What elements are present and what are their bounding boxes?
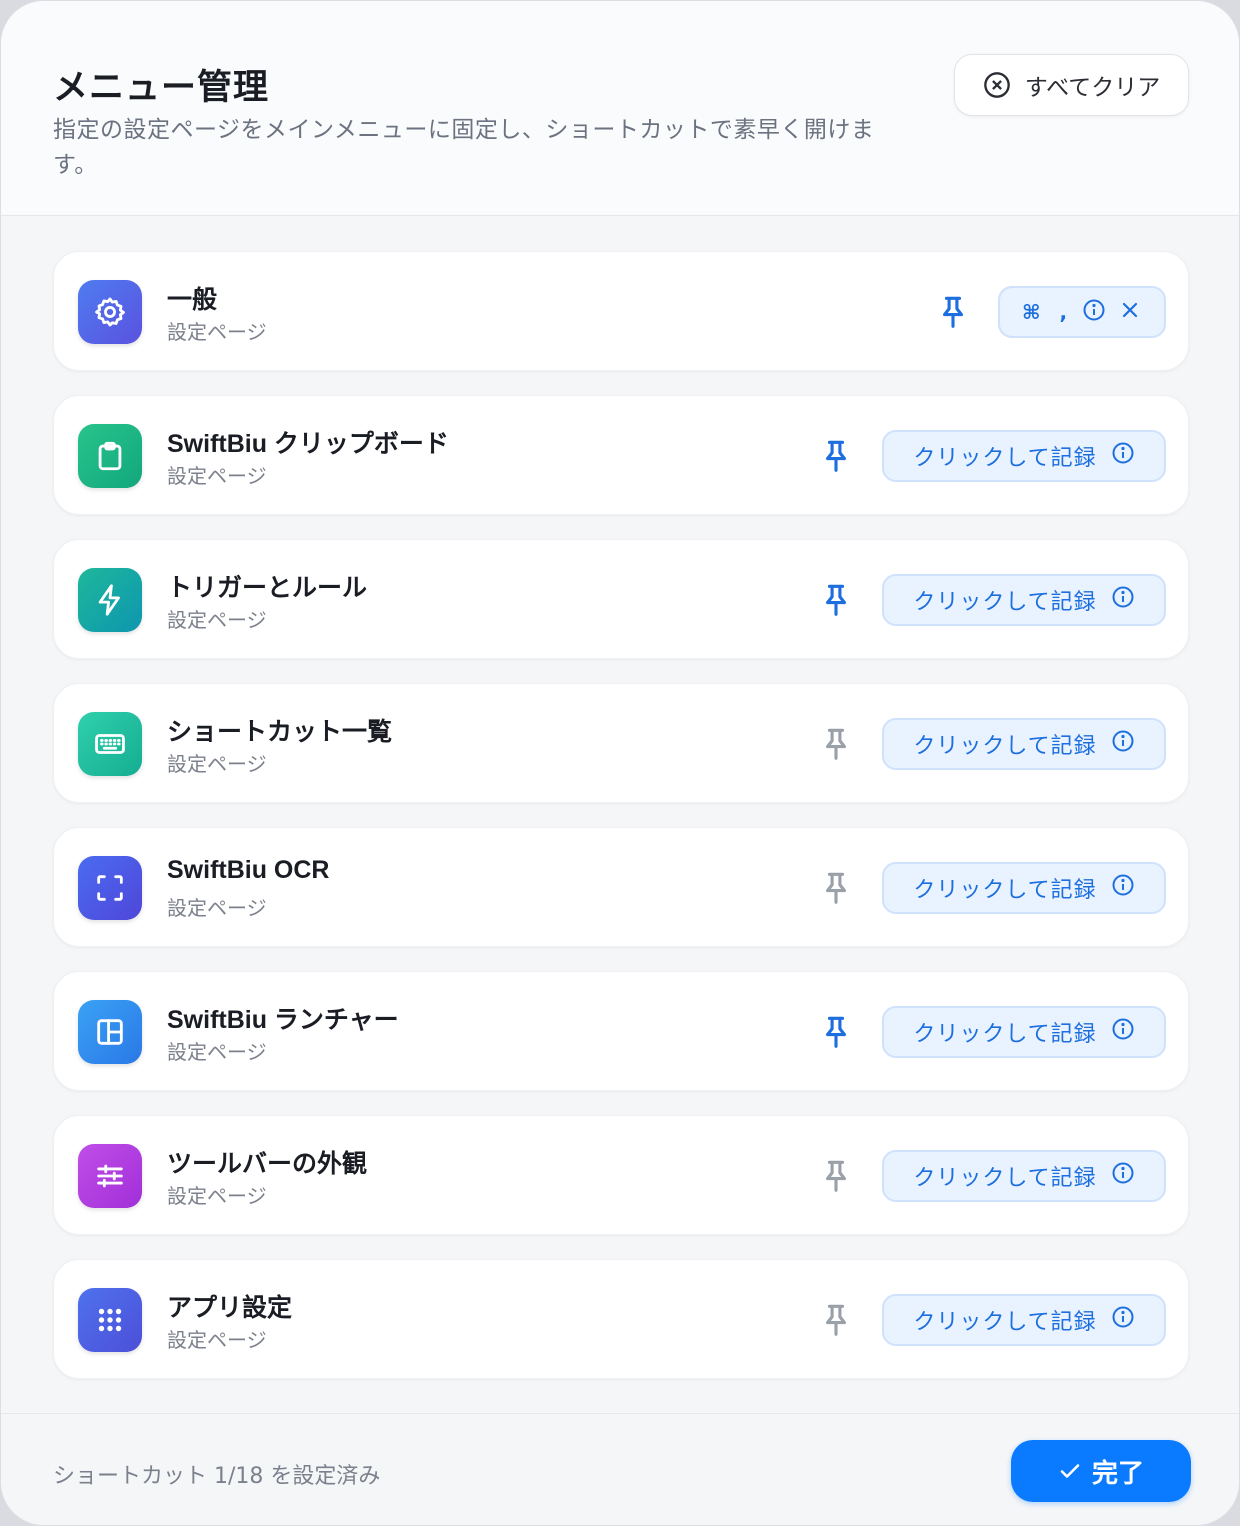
settings-page-row: SwiftBiu OCR 設定ページ クリックして記録 [53, 827, 1189, 947]
row-title: SwiftBiu クリップボード [167, 430, 449, 458]
record-label: クリックして記録 [913, 590, 1097, 615]
settings-page-row: SwiftBiu ランチャー設定ページ クリックして記録 [53, 971, 1189, 1091]
pin-icon[interactable] [820, 724, 852, 764]
row-subtitle: 設定ページ [167, 320, 267, 344]
clear-all-label: すべてクリア [1024, 75, 1161, 101]
info-icon [1111, 1161, 1135, 1191]
record-label: クリックして記録 [913, 1022, 1097, 1047]
row-subtitle: 設定ページ [167, 608, 267, 632]
dialog-header: メニュー管理 指定の設定ページをメインメニューに固定し、ショートカットで素早く開… [1, 1, 1239, 216]
scan-icon [78, 856, 142, 920]
row-title: SwiftBiu OCR [167, 856, 330, 884]
info-icon [1111, 729, 1135, 759]
circle-x-icon [983, 72, 1010, 98]
row-subtitle: 設定ページ [167, 896, 267, 920]
row-title: 一般 [167, 286, 218, 314]
close-icon[interactable] [1118, 298, 1142, 326]
row-subtitle: 設定ページ [167, 1040, 267, 1064]
row-title: トリガーとルール [167, 574, 368, 602]
pin-icon[interactable] [820, 1156, 852, 1196]
keyboard-icon [78, 712, 142, 776]
settings-page-row: 一般設定ページ ⌘ , [53, 251, 1189, 371]
info-icon [1111, 441, 1135, 471]
row-subtitle: 設定ページ [167, 464, 267, 488]
row-subtitle: 設定ページ [167, 1328, 267, 1352]
record-shortcut-button[interactable]: クリックして記録 [882, 718, 1166, 770]
bolt-icon [78, 568, 142, 632]
clipboard-icon [78, 424, 142, 488]
row-title: ショートカット一覧 [167, 718, 393, 746]
row-subtitle: 設定ページ [167, 1184, 267, 1208]
pin-icon-active[interactable] [820, 580, 852, 620]
shortcut-keys: ⌘ , [1022, 300, 1074, 324]
row-title: SwiftBiu ランチャー [167, 1006, 399, 1034]
pin-icon-active[interactable] [937, 292, 969, 332]
info-icon [1111, 585, 1135, 615]
record-shortcut-button[interactable]: クリックして記録 [882, 574, 1166, 626]
settings-page-row: アプリ設定設定ページ クリックして記録 [53, 1259, 1189, 1379]
settings-page-row: ショートカット一覧設定ページ クリックして記録 [53, 683, 1189, 803]
pin-icon[interactable] [820, 1300, 852, 1340]
row-title: アプリ設定 [167, 1294, 293, 1322]
record-shortcut-button[interactable]: クリックして記録 [882, 1006, 1166, 1058]
settings-page-list: 一般 設定ページ ⌘ , SwiftBiu クリップボード 設定ページ クリックして記録… [53, 251, 1189, 1403]
row-subtitle: 設定ページ [167, 752, 267, 776]
shortcut-count-status: ショートカット 1/18 を設定済み [53, 1464, 381, 1489]
page-title: メニュー管理 [53, 68, 270, 108]
layout-icon [78, 1000, 142, 1064]
pin-icon-active[interactable] [820, 436, 852, 476]
settings-page-row: トリガーとルール設定ページ クリックして記録 [53, 539, 1189, 659]
sliders-icon [78, 1144, 142, 1208]
shortcut-field[interactable]: ⌘ , [998, 286, 1166, 338]
record-label: クリックして記録 [913, 1166, 1097, 1191]
grid-icon [78, 1288, 142, 1352]
settings-page-row: ツールバーの外観設定ページ クリックして記録 [53, 1115, 1189, 1235]
menu-management-dialog: メニュー管理 指定の設定ページをメインメニューに固定し、ショートカットで素早く開… [0, 0, 1240, 1526]
info-icon [1111, 1017, 1135, 1047]
info-icon[interactable] [1082, 298, 1106, 326]
record-shortcut-button[interactable]: クリックして記録 [882, 1150, 1166, 1202]
record-shortcut-button[interactable]: クリックして記録 [882, 1294, 1166, 1346]
done-label: 完了 [1091, 1458, 1144, 1489]
pin-icon-active[interactable] [820, 1012, 852, 1052]
settings-page-row: SwiftBiu クリップボード設定ページ クリックして記録 [53, 395, 1189, 515]
gear-icon [78, 280, 142, 344]
checkmark-icon [1060, 1464, 1080, 1478]
record-label: クリックして記録 [913, 878, 1097, 903]
done-button[interactable]: 完了 [1011, 1440, 1191, 1502]
record-label: クリックして記録 [913, 1310, 1097, 1335]
dialog-footer: ショートカット 1/18 を設定済み 完了 [1, 1413, 1239, 1525]
record-label: クリックして記録 [913, 446, 1097, 471]
pin-icon[interactable] [820, 868, 852, 908]
info-icon [1111, 873, 1135, 903]
record-shortcut-button[interactable]: クリックして記録 [882, 862, 1166, 914]
clear-all-button[interactable]: すべてクリア [954, 54, 1189, 116]
record-label: クリックして記録 [913, 734, 1097, 759]
record-shortcut-button[interactable]: クリックして記録 [882, 430, 1166, 482]
page-subtitle: 指定の設定ページをメインメニューに固定し、ショートカットで素早く開けます。 [53, 117, 875, 178]
row-title: ツールバーの外観 [167, 1150, 368, 1178]
info-icon [1111, 1305, 1135, 1335]
